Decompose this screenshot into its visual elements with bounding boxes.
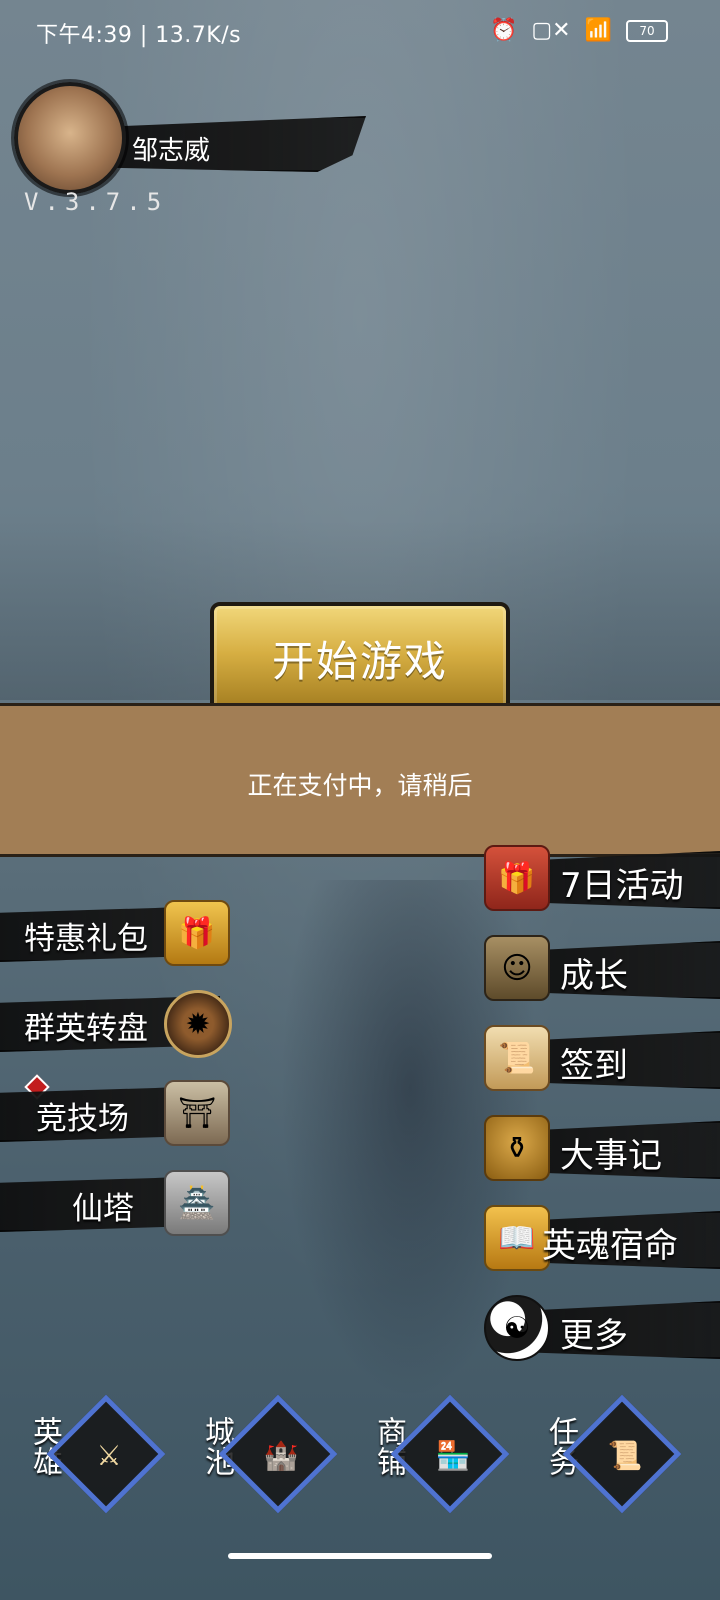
start-game-label: 开始游戏 [271,637,448,686]
book-icon: 📖 [484,1205,550,1271]
hero-icon: ☺ [484,935,550,1001]
menu-item-checkin[interactable]: 📜 签到 [480,1025,720,1091]
urn-icon: ⚱ [484,1115,550,1181]
menu-item-tower[interactable]: 仙塔 🏯 [0,1170,230,1236]
toast-message: 正在支付中，请稍后 [247,771,473,800]
menu-label: 英魂宿命 [542,1226,678,1266]
nav-tasks[interactable]: 任务 📜 [516,1388,682,1528]
menu-item-wheel[interactable]: 群英转盘 ✹ [0,990,232,1058]
yin-yang-icon: ☯ [484,1295,550,1361]
menu-label: 大事记 [560,1136,662,1176]
bottom-nav: 英雄 ⚔ 城池 🏰 商铺 🏪 任务 📜 [0,1388,720,1538]
nav-shop[interactable]: 商铺 🏪 [344,1388,510,1528]
battery-icon: 70 [626,19,668,42]
gift-box-icon: 🎁 [164,900,230,966]
player-name: 邹志威 [132,136,211,166]
battery-level: 70 [639,23,655,38]
menu-item-hero-fate[interactable]: 📖 英魂宿命 [480,1205,720,1271]
menu-item-more[interactable]: ☯ 更多 [480,1295,720,1361]
arena-icon: ⛩ [164,1080,230,1146]
nav-hero[interactable]: 英雄 ⚔ [0,1388,166,1528]
hero-portrait-icon: ⚔ [96,1438,122,1472]
menu-item-chronicle[interactable]: ⚱ 大事记 [480,1115,720,1181]
menu-item-gift-pack[interactable]: 特惠礼包 🎁 [0,900,230,966]
start-game-button[interactable]: 开始游戏 [210,602,510,716]
castle-icon: 🏰 [263,1438,299,1472]
red-gift-icon: 🎁 [484,845,550,911]
wifi-icon: 📶 [584,18,612,43]
menu-item-arena[interactable]: 竞技场 ⛩ [0,1074,230,1146]
menu-label: 更多 [560,1316,628,1356]
menu-label: 群英转盘 [24,1011,148,1047]
avatar[interactable] [14,82,126,194]
pagoda-icon: 🏯 [164,1170,230,1236]
status-time-speed: 下午4:39 | 13.7K/s [36,23,242,48]
menu-item-7day-event[interactable]: 🎁 7日活动 [480,845,720,911]
menu-label: 7日活动 [560,866,684,906]
sim-x-icon: ▢✕ [531,18,571,43]
menu-label: 竞技场 [36,1101,129,1137]
alarm-icon: ⏰ [489,18,518,43]
menu-item-growth[interactable]: ☺ 成长 [480,935,720,1001]
nav-city[interactable]: 城池 🏰 [172,1388,338,1528]
wheel-icon: ✹ [164,990,232,1058]
scroll-icon: 📜 [484,1025,550,1091]
payment-toast: 正在支付中，请稍后 [0,703,720,857]
menu-label: 特惠礼包 [24,921,148,957]
status-bar: 下午4:39 | 13.7K/s ⏰ ▢✕ 📶 70 [0,0,720,62]
status-icons: ⏰ ▢✕ 📶 70 [490,18,668,43]
menu-label: 成长 [560,956,628,996]
task-scroll-icon: 📜 [607,1438,643,1472]
version-label: V.3.7.5 [24,188,168,216]
menu-label: 仙塔 [72,1191,134,1227]
menu-label: 签到 [560,1046,628,1086]
shop-icon: 🏪 [435,1438,471,1472]
home-indicator[interactable] [228,1553,492,1559]
